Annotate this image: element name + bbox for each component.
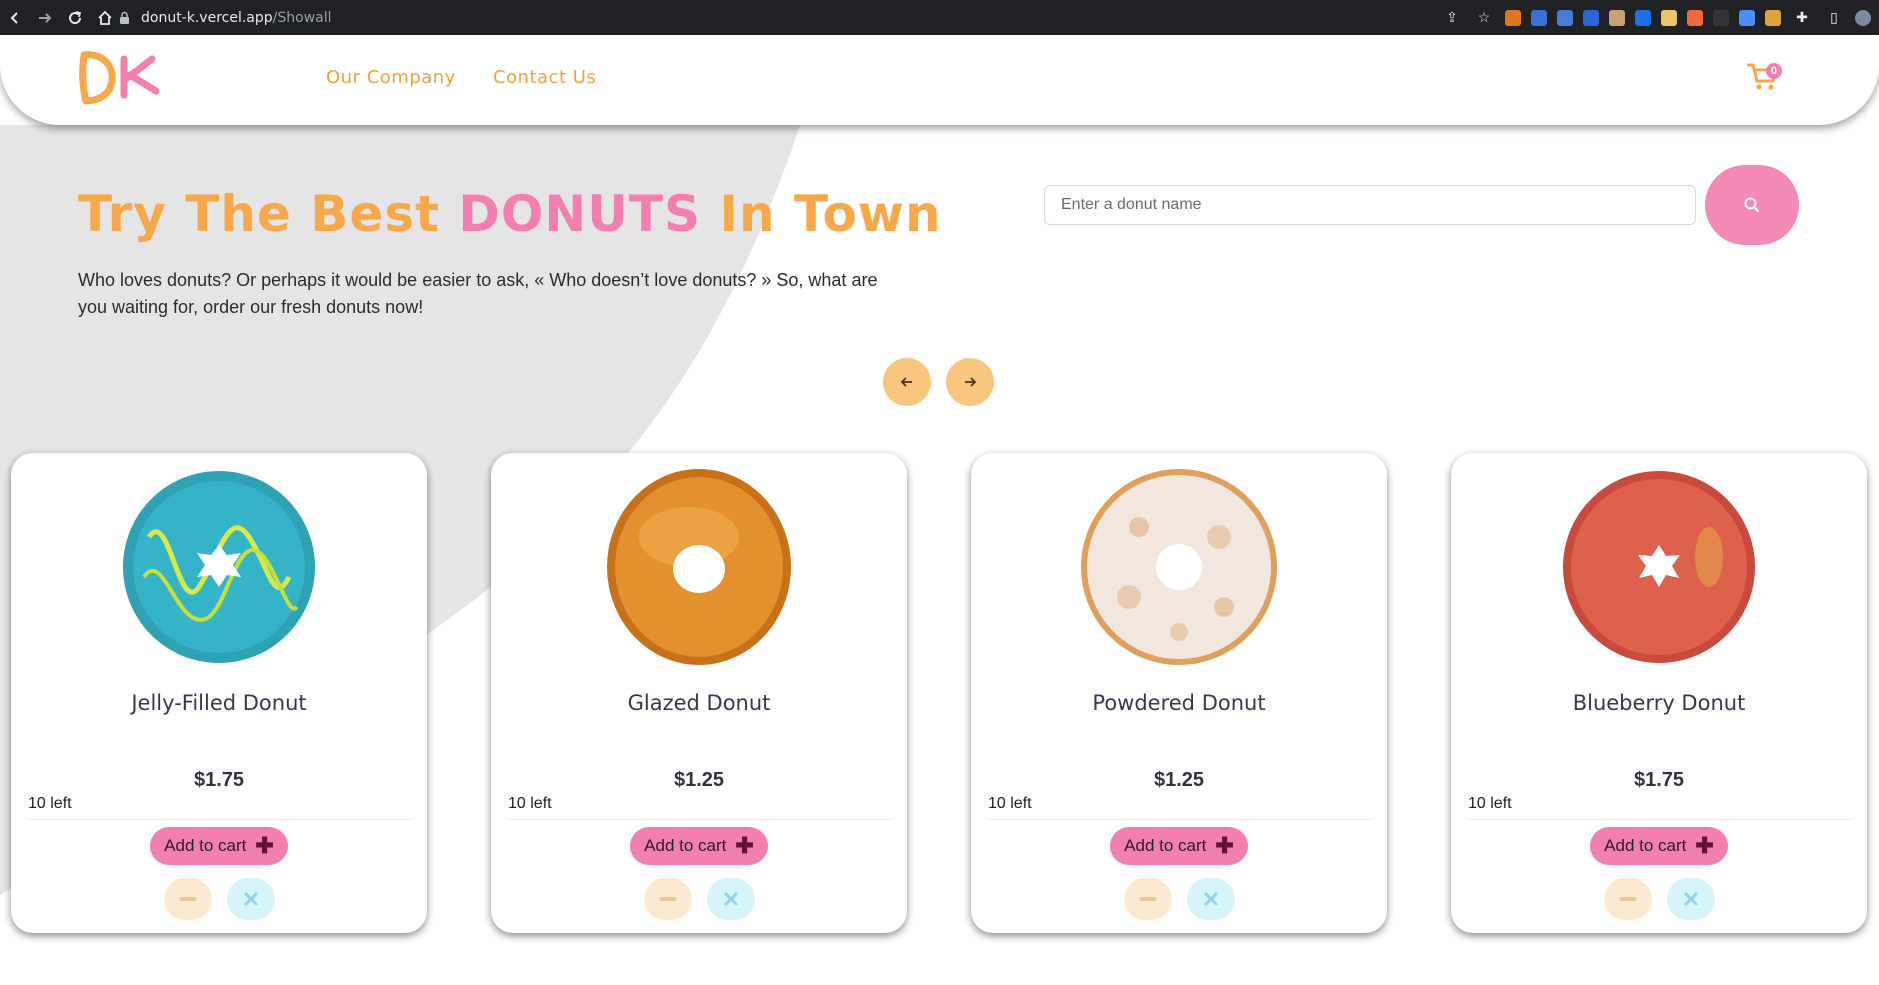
extension-icon[interactable] [1505, 9, 1521, 26]
close-icon [1204, 892, 1218, 906]
minus-icon [180, 897, 196, 901]
puzzle-icon[interactable]: ✚ [1791, 7, 1813, 29]
site-header: Our Company Contact Us 0 [0, 35, 1879, 125]
product-card: Jelly-Filled Donut $1.75 10 left Add to … [11, 453, 427, 933]
extension-icon[interactable] [1713, 9, 1729, 26]
arrow-left-icon [900, 377, 912, 387]
profile-avatar[interactable] [1855, 9, 1871, 26]
add-to-cart-label: Add to cart [164, 836, 247, 855]
plus-icon: ✚ [735, 833, 754, 858]
add-to-cart-label: Add to cart [644, 836, 727, 855]
hero-title: Try The Best DONUTS In Town [78, 185, 942, 243]
divider [1468, 819, 1854, 820]
nav-our-company[interactable]: Our Company [326, 67, 456, 88]
product-name: Jelly-Filled Donut [131, 691, 307, 715]
product-name: Powdered Donut [1092, 691, 1266, 715]
hero-title-start: Try The Best [78, 185, 459, 243]
hero-description: Who loves donuts? Or perhaps it would be… [78, 270, 878, 317]
product-stock: 10 left [508, 795, 552, 812]
url-path: /Showall [272, 9, 332, 26]
add-to-cart-button[interactable]: Add to cart ✚ [1590, 827, 1728, 865]
decrease-quantity-button[interactable] [1124, 878, 1172, 920]
browser-toolbar: donut-k.vercel.app/Showall ⇪ ☆ ✚ ▯ [0, 0, 1879, 35]
forward-icon[interactable] [30, 0, 60, 35]
add-to-cart-label: Add to cart [1604, 836, 1687, 855]
product-price: $1.75 [193, 769, 245, 791]
plus-icon: ✚ [1215, 833, 1234, 858]
previous-button[interactable] [883, 358, 931, 406]
product-price: $1.25 [1153, 769, 1205, 791]
url-host: donut-k.vercel.app [141, 9, 273, 26]
divider [988, 819, 1374, 820]
decrease-quantity-button[interactable] [644, 878, 692, 920]
extension-icon[interactable] [1635, 9, 1651, 26]
extension-icon[interactable] [1609, 9, 1625, 26]
extension-icon[interactable] [1687, 9, 1703, 26]
remove-item-button[interactable] [1187, 878, 1235, 920]
extension-icon[interactable] [1739, 9, 1755, 26]
remove-item-button[interactable] [227, 878, 275, 920]
page: Our Company Contact Us 0 Try The Best DO… [0, 35, 1879, 985]
search-input[interactable] [1044, 185, 1696, 225]
address-bar[interactable]: donut-k.vercel.app/Showall [118, 4, 1418, 31]
product-name: Glazed Donut [627, 691, 771, 715]
search-icon [1744, 197, 1759, 212]
decrease-quantity-button[interactable] [164, 878, 212, 920]
plus-icon: ✚ [1695, 833, 1714, 858]
plus-icon: ✚ [255, 833, 274, 858]
browser-extensions: ⇪ ☆ ✚ ▯ [1441, 0, 1871, 35]
minus-icon [1620, 897, 1636, 901]
decrease-quantity-button[interactable] [1604, 878, 1652, 920]
product-name: Blueberry Donut [1572, 691, 1746, 715]
extension-icon[interactable] [1661, 9, 1677, 26]
extension-icon[interactable] [1583, 9, 1599, 26]
minus-icon [660, 897, 676, 901]
divider [508, 819, 894, 820]
minus-icon [1140, 897, 1156, 901]
hero-title-highlight: DONUTS [458, 185, 701, 243]
share-icon[interactable]: ⇪ [1441, 7, 1463, 29]
product-stock: 10 left [988, 795, 1032, 812]
add-to-cart-button[interactable]: Add to cart ✚ [630, 827, 768, 865]
add-to-cart-label: Add to cart [1124, 836, 1207, 855]
hero-title-end: In Town [700, 185, 942, 243]
add-to-cart-button[interactable]: Add to cart ✚ [150, 827, 288, 865]
powdered-donut-image [1081, 469, 1277, 665]
close-icon [1684, 892, 1698, 906]
glazed-donut-image [607, 469, 791, 665]
product-price: $1.25 [673, 769, 725, 791]
sidepanel-icon[interactable]: ▯ [1823, 7, 1845, 29]
star-icon[interactable]: ☆ [1473, 7, 1495, 29]
extension-icon[interactable] [1765, 9, 1781, 26]
next-button[interactable] [946, 358, 994, 406]
pink-donut-image [1563, 471, 1755, 663]
product-card: Glazed Donut $1.25 10 left Add to cart ✚ [491, 453, 907, 933]
close-icon [244, 892, 258, 906]
product-card: Powdered Donut $1.25 10 left Add to cart… [971, 453, 1387, 933]
reload-icon[interactable] [60, 0, 90, 35]
extension-icon[interactable] [1557, 9, 1573, 26]
product-stock: 10 left [1468, 795, 1512, 812]
search-button[interactable] [1705, 165, 1799, 245]
blue-donut-image [123, 471, 315, 663]
back-icon[interactable] [0, 0, 30, 35]
product-card: Blueberry Donut $1.75 10 left Add to car… [1451, 453, 1867, 933]
cart-count-badge: 0 [1766, 63, 1782, 79]
close-icon [724, 892, 738, 906]
extension-icon[interactable] [1531, 9, 1547, 26]
remove-item-button[interactable] [707, 878, 755, 920]
product-price: $1.75 [1633, 769, 1685, 791]
divider [28, 819, 414, 820]
lock-icon [120, 11, 129, 24]
logo[interactable] [78, 49, 160, 105]
remove-item-button[interactable] [1667, 878, 1715, 920]
nav-contact-us[interactable]: Contact Us [493, 67, 596, 88]
product-stock: 10 left [28, 795, 72, 812]
add-to-cart-button[interactable]: Add to cart ✚ [1110, 827, 1248, 865]
arrow-right-icon [965, 377, 977, 387]
home-icon[interactable] [90, 0, 120, 35]
